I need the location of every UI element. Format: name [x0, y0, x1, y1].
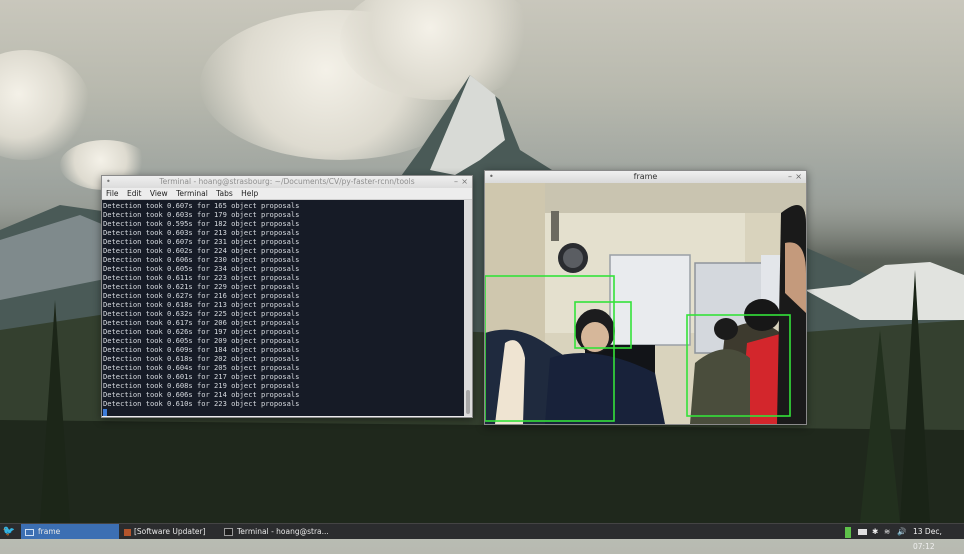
menu-edit[interactable]: Edit — [127, 189, 142, 198]
volume-icon[interactable]: 🔊 — [897, 524, 909, 539]
terminal-line: Detection took 0.610s for 223 object pro… — [103, 399, 300, 408]
terminal-line: Detection took 0.618s for 213 object pro… — [103, 300, 300, 309]
minimize-icon[interactable]: – — [788, 171, 792, 183]
terminal-line: Detection took 0.606s for 230 object pro… — [103, 255, 300, 264]
terminal-line: Detection took 0.609s for 184 object pro… — [103, 345, 300, 354]
window-icon — [25, 528, 34, 536]
battery-icon[interactable] — [845, 524, 853, 539]
taskbar-item-label: frame — [38, 527, 61, 536]
taskbar-item-label: Terminal - hoang@stra... — [237, 527, 329, 536]
terminal-line: Detection took 0.601s for 217 object pro… — [103, 372, 300, 381]
window-menu-icon[interactable]: • — [106, 176, 111, 188]
menu-help[interactable]: Help — [241, 189, 258, 198]
terminal-line: Detection took 0.603s for 179 object pro… — [103, 210, 300, 219]
bird-logo-icon[interactable]: 🐦 — [2, 524, 16, 539]
terminal-line: Detection took 0.607s for 165 object pro… — [103, 201, 300, 210]
package-icon — [124, 528, 131, 536]
frame-titlebar[interactable]: • frame – × — [485, 171, 806, 183]
terminal-line: Detection took 0.602s for 224 object pro… — [103, 246, 300, 255]
menu-view[interactable]: View — [150, 189, 168, 198]
terminal-line: Detection took 0.618s for 202 object pro… — [103, 354, 300, 363]
menu-terminal[interactable]: Terminal — [176, 189, 208, 198]
terminal-cursor — [103, 409, 107, 416]
taskbar-item-frame[interactable]: frame — [21, 524, 119, 539]
taskbar-item-label: [Software Updater] — [134, 527, 206, 536]
terminal-line: Detection took 0.595s for 182 object pro… — [103, 219, 300, 228]
terminal-line: Detection took 0.605s for 209 object pro… — [103, 336, 300, 345]
terminal-line: Detection took 0.605s for 234 object pro… — [103, 264, 300, 273]
terminal-line: Detection took 0.627s for 216 object pro… — [103, 291, 300, 300]
webcam-frame-image — [485, 183, 806, 424]
taskbar: 🐦 frame [Software Updater] Terminal - ho… — [0, 523, 964, 551]
terminal-line: Detection took 0.607s for 231 object pro… — [103, 237, 300, 246]
terminal-line: Detection took 0.604s for 205 object pro… — [103, 363, 300, 372]
terminal-line: Detection took 0.626s for 197 object pro… — [103, 327, 300, 336]
terminal-title: Terminal - hoang@strasbourg: ~/Documents… — [159, 177, 415, 186]
terminal-titlebar[interactable]: • Terminal - hoang@strasbourg: ~/Documen… — [102, 176, 472, 188]
bluetooth-icon[interactable]: ✱ — [872, 524, 880, 539]
terminal-line: Detection took 0.608s for 219 object pro… — [103, 381, 300, 390]
frame-window[interactable]: • frame – × — [484, 170, 807, 425]
taskbar-item-terminal[interactable]: Terminal - hoang@stra... — [221, 524, 331, 539]
close-icon[interactable]: × — [461, 176, 468, 188]
terminal-line: Detection took 0.603s for 213 object pro… — [103, 228, 300, 237]
terminal-line: Detection took 0.611s for 223 object pro… — [103, 273, 300, 282]
terminal-line: Detection took 0.632s for 225 object pro… — [103, 309, 300, 318]
terminal-window[interactable]: • Terminal - hoang@strasbourg: ~/Documen… — [101, 175, 473, 418]
clock[interactable]: 13 Dec, 07:12 — [913, 524, 963, 551]
menu-file[interactable]: File — [106, 189, 119, 198]
terminal-menubar: File Edit View Terminal Tabs Help — [102, 188, 472, 200]
minimize-icon[interactable]: – — [454, 176, 458, 188]
window-menu-icon[interactable]: • — [489, 171, 494, 183]
terminal-line: Detection took 0.617s for 206 object pro… — [103, 318, 300, 327]
terminal-icon — [224, 528, 233, 536]
terminal-scrollbar[interactable] — [464, 200, 472, 416]
wifi-icon[interactable]: ≋ — [884, 524, 894, 539]
taskbar-item-software-updater[interactable]: [Software Updater] — [121, 524, 219, 539]
terminal-line: Detection took 0.606s for 214 object pro… — [103, 390, 300, 399]
keyboard-icon[interactable] — [858, 524, 868, 539]
scrollbar-thumb[interactable] — [466, 390, 470, 414]
close-icon[interactable]: × — [795, 171, 802, 183]
terminal-output[interactable]: Detection took 0.607s for 165 object pro… — [102, 200, 464, 416]
menu-tabs[interactable]: Tabs — [216, 189, 233, 198]
webcam-detection-view — [485, 183, 806, 424]
frame-title: frame — [633, 172, 658, 181]
terminal-line: Detection took 0.621s for 229 object pro… — [103, 282, 300, 291]
